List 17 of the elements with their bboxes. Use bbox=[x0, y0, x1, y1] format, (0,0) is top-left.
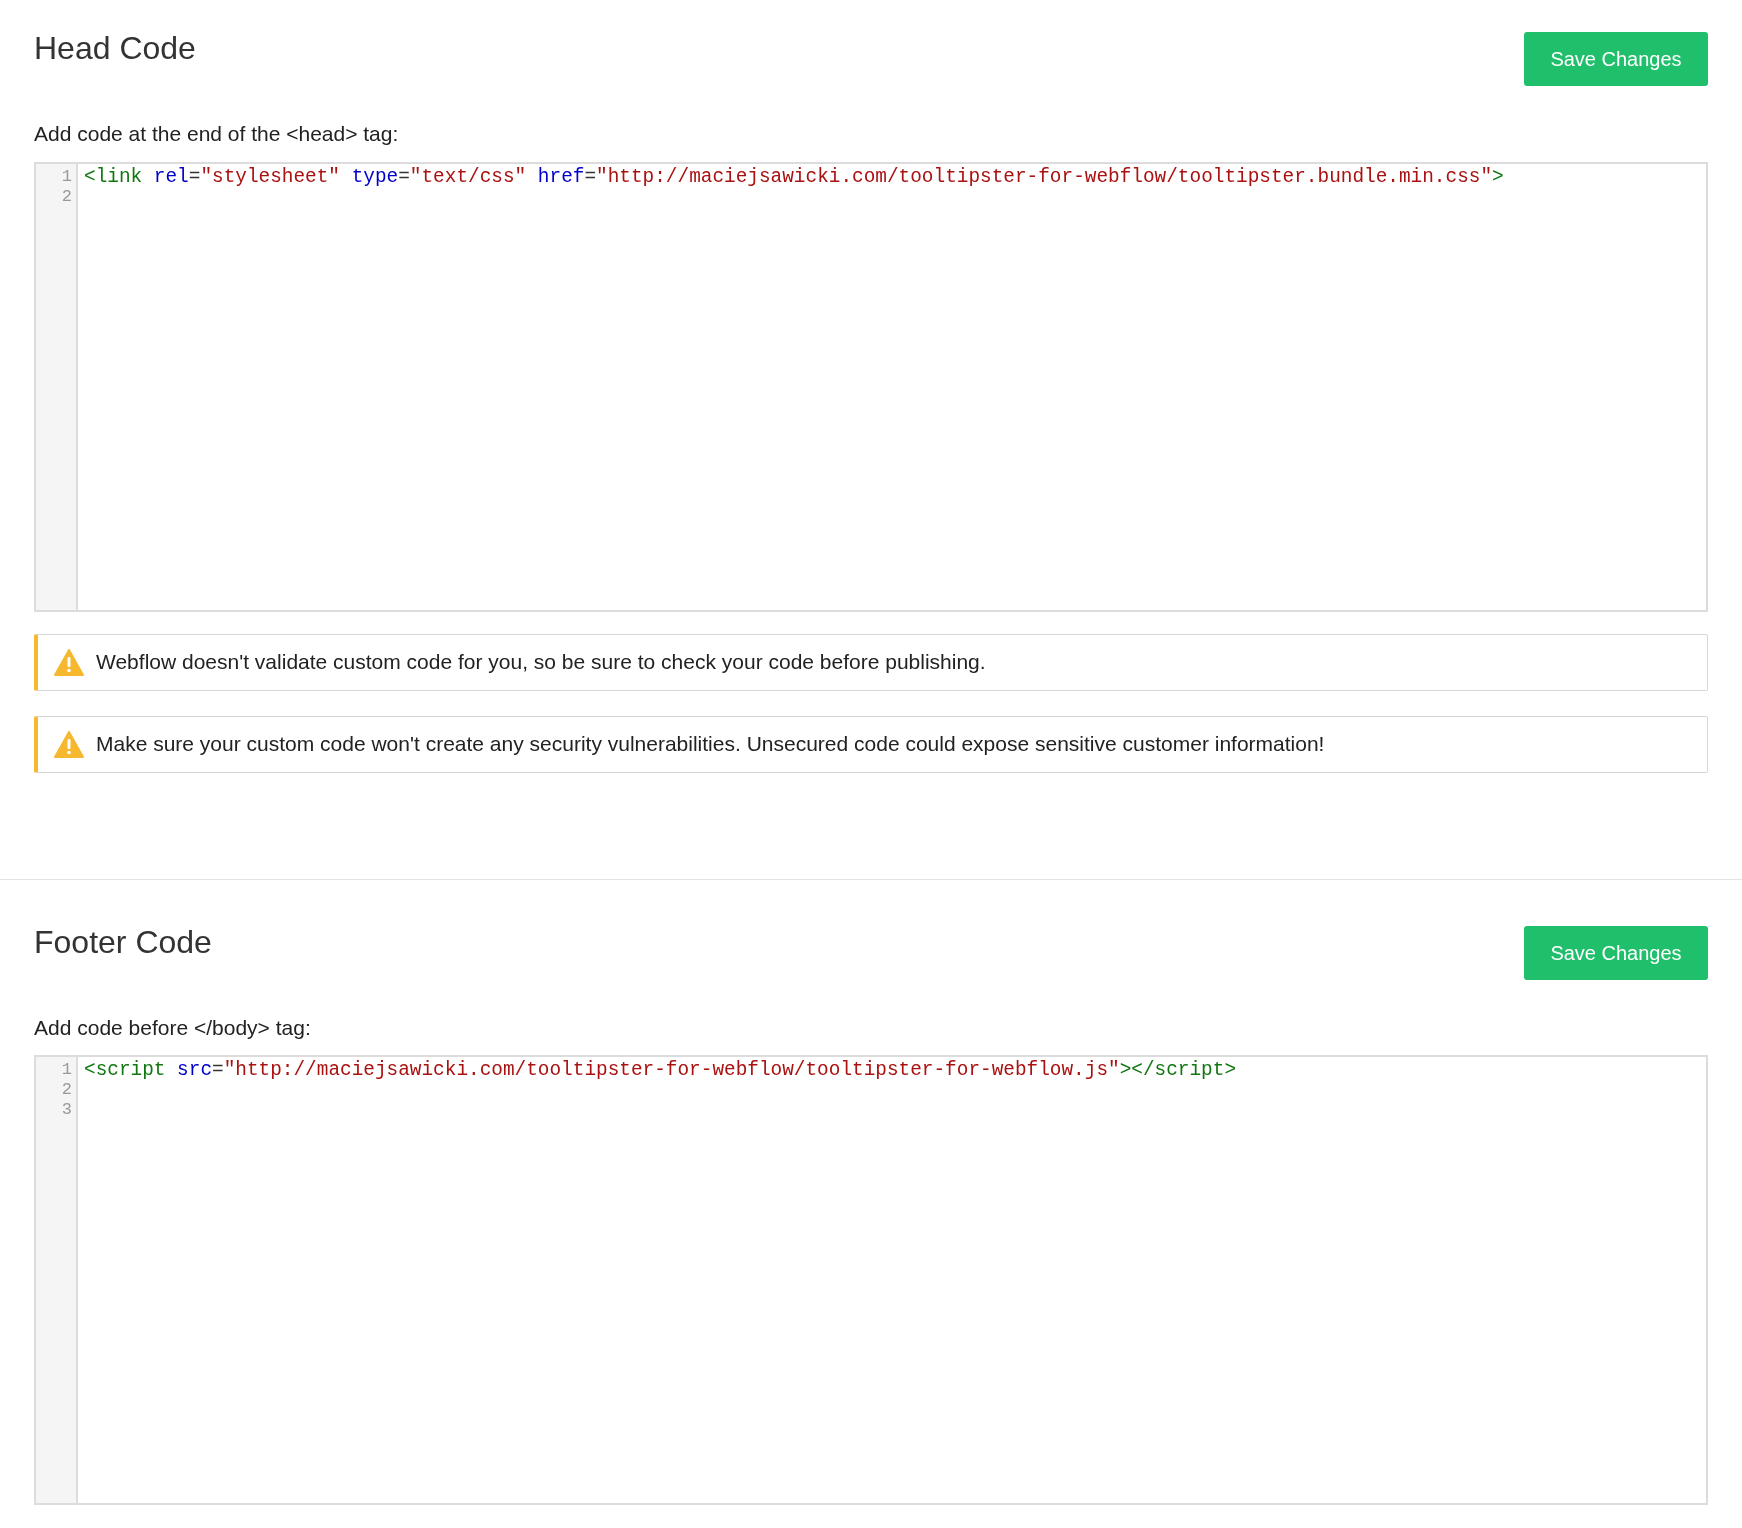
warning-text: Make sure your custom code won't create any security vulnerabilities. Unsecured code could expose sensitive customer information! bbox=[96, 731, 1325, 758]
warning-icon bbox=[54, 730, 84, 758]
field-label: Add code at the end of the <head> tag: bbox=[34, 121, 400, 147]
field-label: Add code before </body> tag: bbox=[34, 1014, 312, 1041]
code-line: <link rel="stylesheet" type="text/css" href="http://maciejsawicki.com/tooltipster-for-webflow/tooltipster.bundle.min.css"> bbox=[84, 166, 1504, 187]
code-editor[interactable]: 1 2 3 <script src="http://maciejsawicki.com/tooltipster-for-webflow/tooltipster-for-webflow.js"></script> bbox=[34, 1055, 1708, 1505]
section-title: Footer Code bbox=[34, 925, 212, 958]
line-number: 1 bbox=[61, 1060, 72, 1080]
line-number: 2 bbox=[61, 1080, 72, 1100]
line-number: 2 bbox=[61, 186, 72, 207]
line-number: 3 bbox=[61, 1100, 72, 1120]
code-editor[interactable]: 1 2 <link rel="stylesheet" type="text/css" href="http://maciejsawicki.com/tooltipster-for-webflow/tooltipster.bundle.min.css"> bbox=[34, 161, 1708, 612]
section-title: Head Code bbox=[34, 32, 196, 64]
warning-text: Webflow doesn't validate custom code for you, so be sure to check your code before publishing. bbox=[96, 649, 986, 676]
line-number: 1 bbox=[61, 166, 72, 187]
warning-icon bbox=[54, 648, 84, 676]
code-line: <script src="http://maciejsawicki.com/tooltipster-for-webflow/tooltipster-for-webflow.js"></script> bbox=[84, 1060, 1237, 1080]
